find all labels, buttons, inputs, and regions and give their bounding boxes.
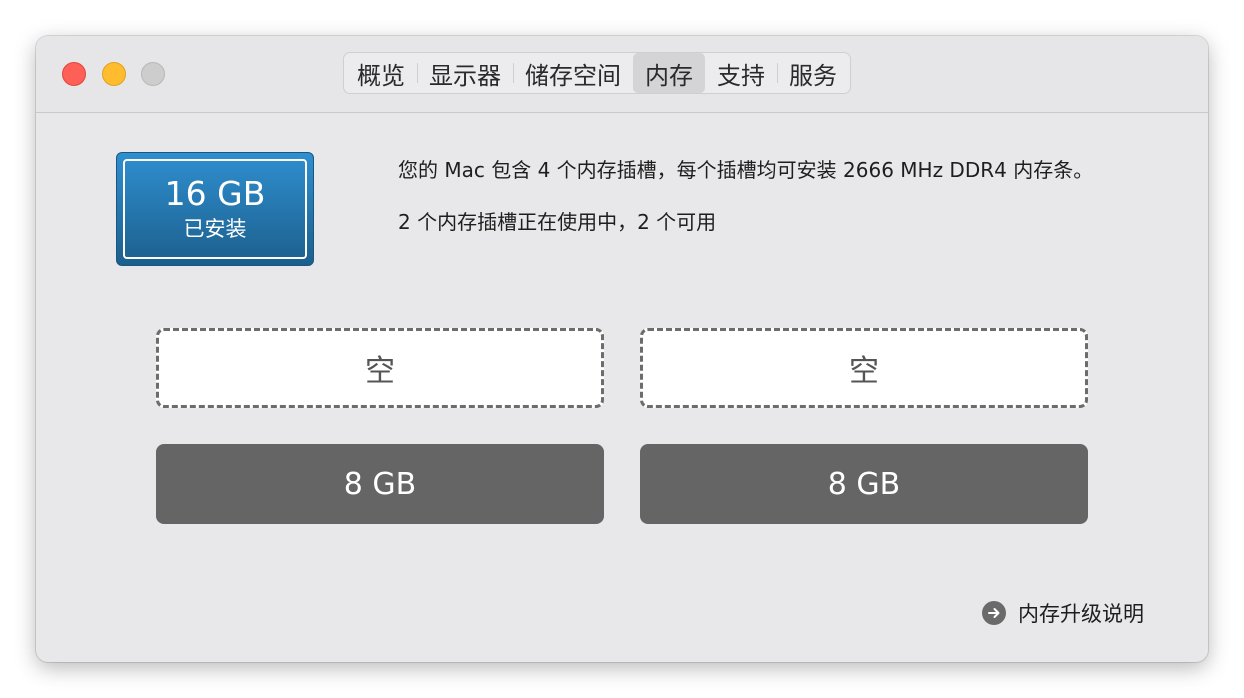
memory-slot-capacity-text: 您的 Mac 包含 4 个内存插槽，每个插槽均可安装 2666 MHz DDR4… xyxy=(398,158,1094,182)
tab-displays[interactable]: 显示器 xyxy=(417,53,513,93)
installed-memory-size: 16 GB xyxy=(164,174,266,213)
minimize-button[interactable] xyxy=(102,62,126,86)
close-button[interactable] xyxy=(62,62,86,86)
tab-support[interactable]: 支持 xyxy=(705,53,777,93)
tab-memory[interactable]: 内存 xyxy=(633,53,705,93)
tab-storage[interactable]: 储存空间 xyxy=(513,53,633,93)
memory-slot-4: 8 GB xyxy=(640,444,1088,524)
tab-service[interactable]: 服务 xyxy=(777,53,849,93)
installed-memory-badge-inner: 16 GB 已安装 xyxy=(123,159,307,259)
memory-upgrade-instructions-label: 内存升级说明 xyxy=(1018,602,1144,626)
installed-memory-badge: 16 GB 已安装 xyxy=(116,152,314,266)
tab-bar: 概览 显示器 储存空间 内存 支持 服务 xyxy=(343,52,851,94)
memory-slot-2: 空 xyxy=(640,328,1088,408)
title-bar: 概览 显示器 储存空间 内存 支持 服务 xyxy=(36,36,1208,113)
tab-overview[interactable]: 概览 xyxy=(345,53,417,93)
arrow-right-circle-icon xyxy=(982,601,1006,625)
installed-memory-label: 已安装 xyxy=(183,217,247,241)
zoom-button xyxy=(141,62,165,86)
memory-upgrade-instructions-link[interactable]: 内存升级说明 xyxy=(982,598,1144,628)
memory-slot-usage-text: 2 个内存插槽正在使用中，2 个可用 xyxy=(398,210,717,234)
memory-slot-1: 空 xyxy=(156,328,604,408)
memory-slot-3: 8 GB xyxy=(156,444,604,524)
about-this-mac-window: 概览 显示器 储存空间 内存 支持 服务 16 GB 已安装 您的 Mac 包含… xyxy=(36,36,1208,662)
